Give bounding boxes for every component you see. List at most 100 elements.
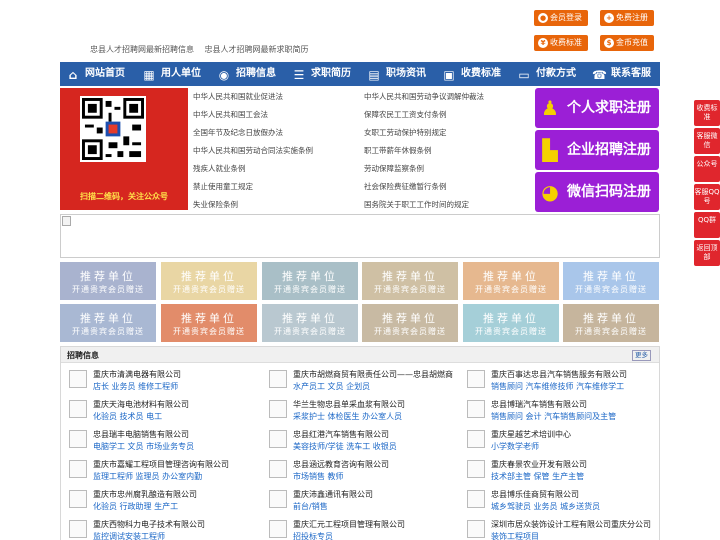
job-item[interactable]: 重庆百事达忠县汽车销售服务有限公司 销售顾问 汽车维修技师 汽车维修学工 <box>461 367 657 397</box>
law-link[interactable]: 社会保险费征缴暂行条例 <box>364 181 447 192</box>
job-item[interactable]: 重庆春景农业开发有限公司 技术部主管 保管 生产主管 <box>461 457 657 487</box>
law-link[interactable]: 保障农民工工资支付条例 <box>364 109 447 120</box>
job-item[interactable]: 重庆沛鑫通讯有限公司 前台/销售 <box>263 487 459 517</box>
personal-register-button[interactable]: ♟ 个人求职注册 <box>535 88 659 128</box>
latest-resumes-link[interactable]: 忠县人才招聘网最新求职简历 <box>205 45 309 54</box>
ad-banner[interactable] <box>60 214 660 258</box>
company-name[interactable]: 重庆沛鑫通讯有限公司 <box>293 489 373 500</box>
job-item[interactable]: 忠县涵远教育咨询有限公司 市场销售 教师 <box>263 457 459 487</box>
company-name[interactable]: 忠县博乐佳商贸有限公司 <box>491 489 579 500</box>
company-name[interactable]: 重庆市嘉耀工程项目管理咨询有限公司 <box>93 459 229 470</box>
recommend-tile[interactable]: 推荐单位 开通贵宾会员赠送 <box>362 262 458 300</box>
job-item[interactable]: 重庆市嘉耀工程项目管理咨询有限公司 监理工程师 监理员 办公室内勤 <box>63 457 259 487</box>
job-positions[interactable]: 销售顾问 会计 汽车销售顾问及主管 <box>491 411 616 422</box>
nav-payment[interactable]: ▭ 付款方式 <box>517 62 576 86</box>
nav-contact[interactable]: ☎ 联系客服 <box>592 62 651 86</box>
job-positions[interactable]: 市场销售 教师 <box>293 471 344 482</box>
law-link[interactable]: 残疾人就业条例 <box>193 163 246 174</box>
law-link[interactable]: 禁止使用童工规定 <box>193 181 253 192</box>
job-positions[interactable]: 化验员 行政助理 生产工 <box>93 501 178 512</box>
job-positions[interactable]: 监理工程师 监理员 办公室内勤 <box>93 471 202 482</box>
float-wechat-button[interactable]: 客服微信 <box>694 128 720 154</box>
law-link[interactable]: 全国年节及纪念日放假办法 <box>193 127 283 138</box>
company-name[interactable]: 重庆市胡燃商贸有限责任公司——忠县胡燃商 <box>293 369 453 380</box>
recommend-tile[interactable]: 推荐单位 开通贵宾会员赠送 <box>161 304 257 342</box>
job-item[interactable]: 重庆市胡燃商贸有限责任公司——忠县胡燃商 水产员工 文员 企划员 <box>263 367 459 397</box>
job-item[interactable]: 重庆星越艺术培训中心 小学数学老师 <box>461 427 657 457</box>
more-button[interactable]: 更多 <box>632 350 651 361</box>
wechat-register-button[interactable]: ◕ 微信扫码注册 <box>535 172 659 212</box>
latest-jobs-link[interactable]: 忠县人才招聘网最新招聘信息 <box>90 45 194 54</box>
float-qq-group-button[interactable]: QQ群 <box>694 212 720 238</box>
company-name[interactable]: 重庆星越艺术培训中心 <box>491 429 571 440</box>
company-register-button[interactable]: ▙ 企业招聘注册 <box>535 130 659 170</box>
company-name[interactable]: 深圳市居众装饰设计工程有限公司重庆分公司 <box>491 519 651 530</box>
recommend-tile[interactable]: 推荐单位 开通贵宾会员赠送 <box>362 304 458 342</box>
job-item[interactable]: 重庆天海电池材料有限公司 化验员 技术员 电工 <box>63 397 259 427</box>
job-positions[interactable]: 店长 业务员 维修工程师 <box>93 381 178 392</box>
law-link[interactable]: 劳动保障监察条例 <box>364 163 424 174</box>
company-name[interactable]: 重庆汇元工程项目管理有限公司 <box>293 519 405 530</box>
recommend-tile[interactable]: 推荐单位 开通贵宾会员赠送 <box>161 262 257 300</box>
float-qq-button[interactable]: 客服QQ号 <box>694 184 720 210</box>
recommend-tile[interactable]: 推荐单位 开通贵宾会员赠送 <box>262 304 358 342</box>
job-item[interactable]: 重庆西物科力电子技术有限公司 监控调试安装工程师 <box>63 517 259 540</box>
float-top-button[interactable]: 返回顶部 <box>694 240 720 266</box>
job-positions[interactable]: 前台/销售 <box>293 501 328 512</box>
job-positions[interactable]: 美容技师/学徒 洗车工 收银员 <box>293 441 397 452</box>
job-positions[interactable]: 城乡驾驶员 业务员 城乡送货员 <box>491 501 600 512</box>
nav-resumes[interactable]: ☰ 求职简历 <box>292 62 351 86</box>
login-button[interactable]: ● 会员登录 <box>534 10 588 26</box>
company-name[interactable]: 重庆市忠州腐乳酿造有限公司 <box>93 489 197 500</box>
job-item[interactable]: 重庆市忠州腐乳酿造有限公司 化验员 行政助理 生产工 <box>63 487 259 517</box>
recommend-tile[interactable]: 推荐单位 开通贵宾会员赠送 <box>60 262 156 300</box>
job-positions[interactable]: 监控调试安装工程师 <box>93 531 165 540</box>
register-button[interactable]: + 免费注册 <box>600 10 654 26</box>
law-link[interactable]: 中华人民共和国劳动争议调解仲裁法 <box>364 91 484 102</box>
job-item[interactable]: 忠县博瑞汽车销售有限公司 销售顾问 会计 汽车销售顾问及主管 <box>461 397 657 427</box>
company-name[interactable]: 重庆天海电池材料有限公司 <box>93 399 189 410</box>
law-link[interactable]: 失业保险条例 <box>193 199 238 210</box>
company-name[interactable]: 重庆市清满电器有限公司 <box>93 369 181 380</box>
job-positions[interactable]: 技术部主管 保管 生产主管 <box>491 471 584 482</box>
company-name[interactable]: 重庆西物科力电子技术有限公司 <box>93 519 205 530</box>
nav-home[interactable]: ⌂ 网站首页 <box>66 62 125 86</box>
job-positions[interactable]: 水产员工 文员 企划员 <box>293 381 370 392</box>
company-name[interactable]: 华兰生物忠县单采血浆有限公司 <box>293 399 405 410</box>
job-positions[interactable]: 招投标专员 <box>293 531 333 540</box>
job-positions[interactable]: 装饰工程项目 <box>491 531 539 540</box>
job-item[interactable]: 重庆市清满电器有限公司 店长 业务员 维修工程师 <box>63 367 259 397</box>
nav-news[interactable]: ▤ 职场资讯 <box>367 62 426 86</box>
job-positions[interactable]: 采浆护士 体检医生 办公室人员 <box>293 411 402 422</box>
float-pricing-button[interactable]: 收费标准 <box>694 100 720 126</box>
job-positions[interactable]: 销售顾问 汽车维修技师 汽车维修学工 <box>491 381 624 392</box>
nav-employers[interactable]: ▦ 用人单位 <box>142 62 201 86</box>
company-name[interactable]: 重庆百事达忠县汽车销售服务有限公司 <box>491 369 627 380</box>
law-link[interactable]: 国务院关于职工工作时间的规定 <box>364 199 469 210</box>
company-name[interactable]: 忠县红港汽车销售有限公司 <box>293 429 389 440</box>
job-item[interactable]: 华兰生物忠县单采血浆有限公司 采浆护士 体检医生 办公室人员 <box>263 397 459 427</box>
recommend-tile[interactable]: 推荐单位 开通贵宾会员赠送 <box>563 262 659 300</box>
job-item[interactable]: 忠县瑞丰电脑销售有限公司 电脑学工 文员 市场业务专员 <box>63 427 259 457</box>
pricing-button[interactable]: ¥ 收费标准 <box>534 35 588 51</box>
job-item[interactable]: 重庆汇元工程项目管理有限公司 招投标专员 <box>263 517 459 540</box>
job-positions[interactable]: 小学数学老师 <box>491 441 539 452</box>
recharge-button[interactable]: $ 金币充值 <box>600 35 654 51</box>
law-link[interactable]: 中华人民共和国劳动合同法实施条例 <box>193 145 313 156</box>
nav-jobs[interactable]: ◉ 招聘信息 <box>217 62 276 86</box>
job-item[interactable]: 忠县红港汽车销售有限公司 美容技师/学徒 洗车工 收银员 <box>263 427 459 457</box>
recommend-tile[interactable]: 推荐单位 开通贵宾会员赠送 <box>563 304 659 342</box>
job-item[interactable]: 深圳市居众装饰设计工程有限公司重庆分公司 装饰工程项目 <box>461 517 657 540</box>
company-name[interactable]: 忠县瑞丰电脑销售有限公司 <box>93 429 189 440</box>
float-official-button[interactable]: 公众号 <box>694 156 720 182</box>
recommend-tile[interactable]: 推荐单位 开通贵宾会员赠送 <box>463 262 559 300</box>
job-positions[interactable]: 化验员 技术员 电工 <box>93 411 162 422</box>
recommend-tile[interactable]: 推荐单位 开通贵宾会员赠送 <box>60 304 156 342</box>
job-item[interactable]: 忠县博乐佳商贸有限公司 城乡驾驶员 业务员 城乡送货员 <box>461 487 657 517</box>
law-link[interactable]: 女职工劳动保护特别规定 <box>364 127 447 138</box>
recommend-tile[interactable]: 推荐单位 开通贵宾会员赠送 <box>463 304 559 342</box>
company-name[interactable]: 忠县博瑞汽车销售有限公司 <box>491 399 587 410</box>
law-link[interactable]: 职工带薪年休假条例 <box>364 145 432 156</box>
job-positions[interactable]: 电脑学工 文员 市场业务专员 <box>93 441 194 452</box>
company-name[interactable]: 忠县涵远教育咨询有限公司 <box>293 459 389 470</box>
